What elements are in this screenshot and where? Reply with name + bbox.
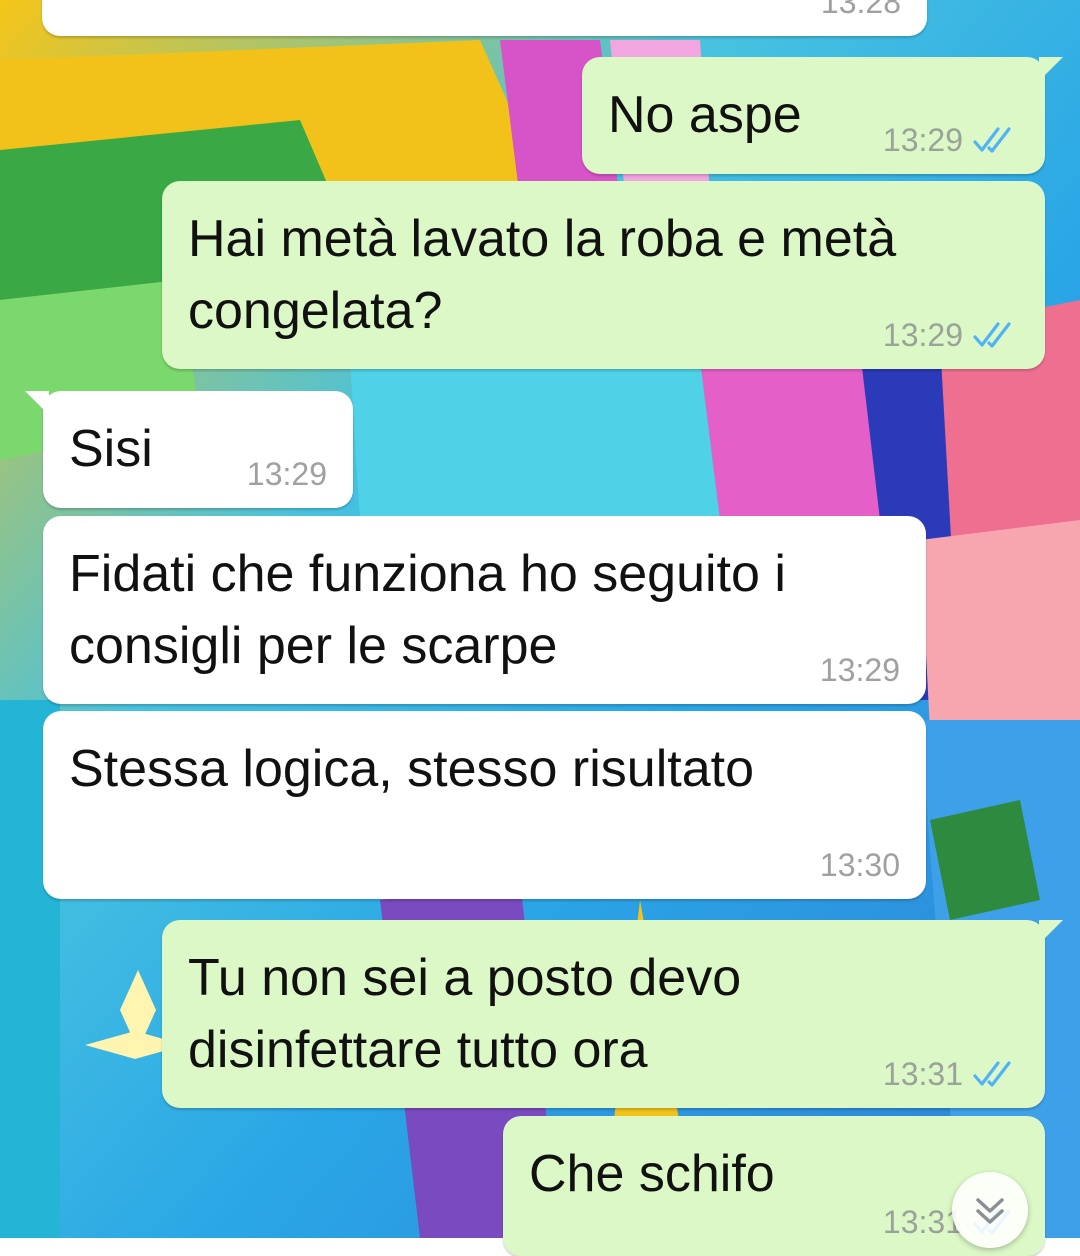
message-text: Fidati che funziona ho seguito i consigl… — [69, 545, 786, 675]
bubble-tail — [25, 391, 49, 415]
message-time: 13:30 — [819, 846, 900, 883]
message-meta: 13:28 — [821, 0, 901, 24]
message-meta: 13:29 — [883, 313, 1019, 357]
outgoing-message-bubble[interactable]: Hai metà lavato la roba e metà congelata… — [162, 181, 1045, 369]
message-time: 13:31 — [882, 1055, 963, 1092]
read-receipt-double-check-icon — [973, 1061, 1011, 1087]
outgoing-message-bubble[interactable]: No aspe 13:29 — [582, 57, 1063, 174]
incoming-message-bubble[interactable]: Fidati che funziona ho seguito i consigl… — [43, 516, 926, 704]
message-text: Stessa logica, stesso risultato — [69, 740, 754, 798]
message-time: 13:28 — [820, 0, 901, 20]
message-time: 13:29 — [246, 455, 327, 492]
message-meta: 13:29 — [820, 648, 900, 692]
scroll-to-bottom-button[interactable] — [952, 1172, 1028, 1248]
message-time: 13:31 — [882, 1203, 963, 1240]
message-time: 13:29 — [819, 651, 900, 688]
incoming-message-bubble[interactable]: 13:28 — [42, 0, 927, 36]
double-chevron-down-icon — [976, 1198, 1004, 1224]
message-time: 13:29 — [882, 316, 963, 353]
incoming-message-bubble[interactable]: Sisi 13:29 — [25, 391, 353, 508]
read-receipt-double-check-icon — [973, 127, 1011, 153]
message-meta: 13:30 — [820, 843, 900, 887]
outgoing-message-bubble[interactable]: Tu non sei a posto devo disinfettare tut… — [162, 920, 1063, 1108]
bubble-tail — [1039, 920, 1063, 944]
message-meta: 13:29 — [247, 452, 327, 496]
message-time: 13:29 — [882, 121, 963, 158]
incoming-message-bubble[interactable]: Stessa logica, stesso risultato 13:30 — [43, 711, 926, 899]
read-receipt-double-check-icon — [973, 322, 1011, 348]
message-meta: 13:29 — [883, 118, 1019, 162]
message-meta: 13:31 — [883, 1052, 1019, 1096]
bubble-tail — [1039, 57, 1063, 81]
